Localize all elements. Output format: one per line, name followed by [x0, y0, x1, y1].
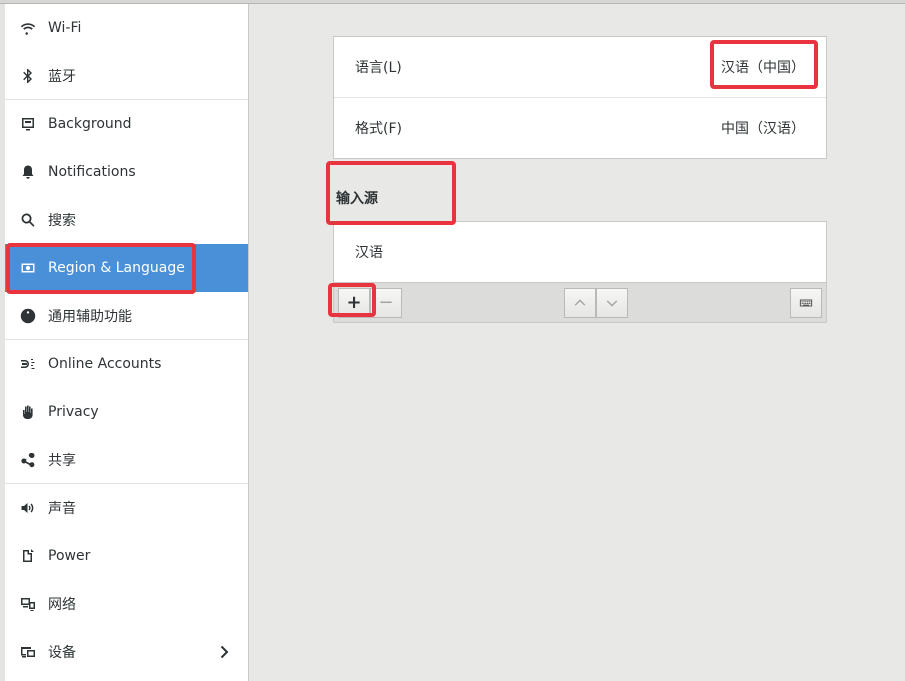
settings-sidebar: Wi-Fi 蓝牙 Background Notifications 搜索 Reg… — [0, 4, 249, 681]
share-icon — [19, 451, 37, 469]
sidebar-item-label: Background — [48, 116, 132, 132]
move-up-button[interactable] — [564, 288, 596, 318]
language-value: 汉语（中国） — [721, 60, 805, 76]
keyboard-layout-button[interactable] — [790, 288, 822, 318]
sidebar-item-network[interactable]: 网络 — [5, 580, 248, 628]
sidebar-item-label: 蓝牙 — [48, 68, 76, 85]
speaker-icon — [19, 499, 37, 517]
network-icon — [19, 595, 37, 613]
search-icon — [19, 211, 37, 229]
formats-row[interactable]: 格式(F) 中国（汉语） — [334, 97, 826, 157]
formats-value: 中国（汉语） — [721, 120, 805, 137]
sidebar-item-label: Notifications — [48, 164, 136, 180]
language-label: 语言(L) — [355, 60, 402, 76]
wifi-icon — [19, 19, 37, 37]
sidebar-item-label: Online Accounts — [48, 356, 162, 372]
sidebar-item-devices[interactable]: 设备 — [5, 628, 248, 676]
sidebar-item-label: 设备 — [48, 645, 76, 661]
sidebar-item-accessibility[interactable]: 通用辅助功能 — [5, 292, 248, 340]
input-source-label: 汉语 — [355, 245, 383, 261]
sidebar-item-label: 声音 — [48, 501, 76, 517]
input-sources-list: 汉语 — [333, 221, 827, 283]
sidebar-item-label: 搜索 — [48, 213, 76, 229]
background-icon — [19, 115, 37, 133]
minus-icon: − — [378, 292, 394, 313]
sidebar-item-background[interactable]: Background — [5, 100, 248, 148]
sidebar-item-wifi[interactable]: Wi-Fi — [5, 4, 248, 52]
sidebar-item-notifications[interactable]: Notifications — [5, 148, 248, 196]
hand-icon — [19, 403, 37, 421]
region-icon — [19, 259, 37, 277]
sidebar-item-power[interactable]: Power — [5, 532, 248, 580]
sidebar-item-label: Power — [48, 548, 91, 564]
sidebar-item-privacy[interactable]: Privacy — [5, 388, 248, 436]
chevron-right-icon — [216, 644, 232, 660]
input-sources-toolbar: + − — [333, 283, 827, 323]
sidebar-item-bluetooth[interactable]: 蓝牙 — [5, 52, 248, 100]
add-icon: + — [346, 292, 362, 313]
sidebar-item-search[interactable]: 搜索 — [5, 196, 248, 244]
accessibility-icon — [19, 307, 37, 325]
bluetooth-icon — [19, 67, 37, 85]
bell-icon — [19, 163, 37, 181]
devices-icon — [19, 643, 37, 661]
sidebar-item-sharing[interactable]: 共享 — [5, 436, 248, 484]
move-down-button[interactable] — [596, 288, 628, 318]
language-formats-card: 语言(L) 汉语（中国） 格式(F) 中国（汉语） — [333, 36, 827, 159]
sidebar-item-region-language[interactable]: Region & Language — [5, 244, 248, 292]
sidebar-item-label: Wi-Fi — [48, 20, 82, 36]
input-sources-title: 输入源 — [336, 191, 378, 207]
sidebar-item-sound[interactable]: 声音 — [5, 484, 248, 532]
sidebar-item-label: 网络 — [48, 597, 76, 613]
sidebar-item-label: Region & Language — [48, 260, 185, 276]
remove-input-source-button[interactable]: − — [370, 288, 402, 318]
language-row[interactable]: 语言(L) 汉语（中国） — [334, 37, 826, 97]
power-icon — [19, 547, 37, 565]
sidebar-item-label: 通用辅助功能 — [48, 308, 132, 325]
formats-label: 格式(F) — [355, 120, 402, 137]
sidebar-item-online-accounts[interactable]: Online Accounts — [5, 340, 248, 388]
chevron-up-icon — [573, 296, 587, 310]
online-accounts-icon — [19, 355, 37, 373]
chevron-down-icon — [605, 296, 619, 310]
list-item[interactable]: 汉语 — [334, 222, 826, 282]
sidebar-item-label: 共享 — [48, 452, 76, 469]
keyboard-icon — [799, 296, 813, 310]
sidebar-item-label: Privacy — [48, 404, 99, 420]
add-input-source-button[interactable]: + — [338, 288, 370, 318]
